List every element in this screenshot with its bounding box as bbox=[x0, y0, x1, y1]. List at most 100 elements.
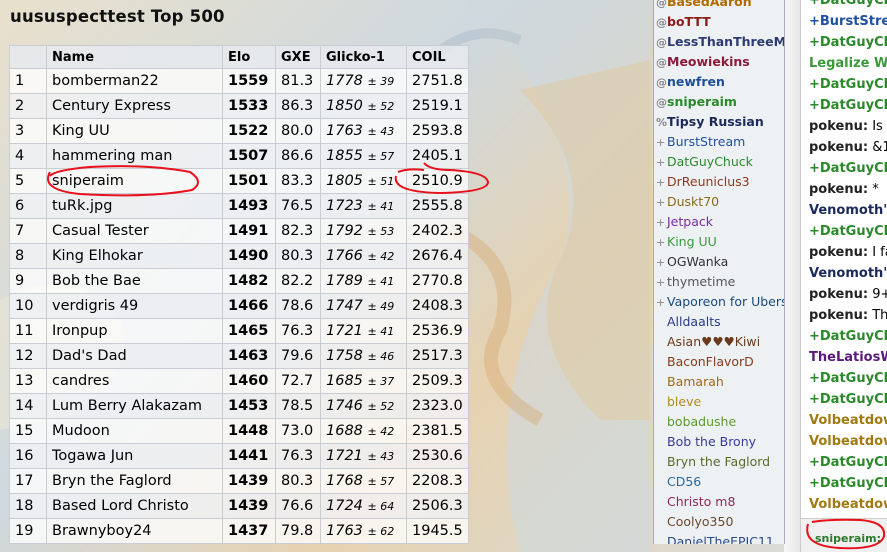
chat-nick[interactable]: +DatGuyChuck bbox=[809, 77, 887, 92]
chat-nick[interactable]: Venomoth's bbox=[809, 266, 887, 281]
userlist-item[interactable]: @sniperaim bbox=[654, 92, 784, 112]
row-name-link[interactable]: hammering man bbox=[46, 143, 223, 169]
userlist-item[interactable]: Christo m8 bbox=[654, 492, 784, 512]
row-name-link[interactable]: Based Lord Christo bbox=[46, 493, 223, 519]
row-name-link[interactable]: Casual Tester bbox=[46, 218, 223, 244]
row-name-link[interactable]: Dad's Dad bbox=[46, 343, 223, 369]
chat-nick[interactable]: TheLatiosW bbox=[809, 350, 887, 365]
col-gxe[interactable]: GXE bbox=[275, 45, 321, 69]
row-elo: 1559 bbox=[222, 68, 276, 94]
chat-nick[interactable]: pokenu: bbox=[809, 245, 868, 260]
userlist-item[interactable]: + thymetime bbox=[654, 272, 784, 292]
row-name-link[interactable]: sniperaim bbox=[46, 168, 223, 194]
chat-message: Volbeatdow bbox=[801, 410, 887, 431]
row-glicko: 1768 ± 57 bbox=[320, 468, 407, 494]
chat-nick[interactable]: pokenu: bbox=[809, 119, 868, 134]
glicko-deviation: ± 52 bbox=[367, 400, 395, 413]
chat-nick[interactable]: Legalize Weed bbox=[809, 56, 887, 71]
userlist-item[interactable]: + DrReuniclus3 bbox=[654, 172, 784, 192]
user-name: Duskt70 bbox=[667, 194, 720, 209]
row-glicko: 1763 ± 62 bbox=[320, 518, 407, 544]
chat-nick[interactable]: +BurstStream bbox=[809, 14, 887, 29]
row-rank: 16 bbox=[9, 443, 47, 469]
chat-nick[interactable]: pokenu: bbox=[809, 287, 868, 302]
chat-nick[interactable]: +DatGuyChuck bbox=[809, 455, 887, 470]
chat-nick[interactable]: +DatGuyChuck bbox=[809, 329, 887, 344]
userlist-item[interactable]: Bamarah bbox=[654, 372, 784, 392]
row-name-link[interactable]: Lum Berry Alakazam bbox=[46, 393, 223, 419]
chat-nick[interactable]: Volbeatdow bbox=[809, 434, 887, 449]
userlist-item[interactable]: bobadushe bbox=[654, 412, 784, 432]
chat-nick[interactable]: +DatGuyChuck bbox=[809, 392, 887, 407]
row-name-link[interactable]: King UU bbox=[46, 118, 223, 144]
chat-message: TheLatiosW bbox=[801, 347, 887, 368]
chat-text: Is t bbox=[872, 119, 887, 134]
user-group-symbol: @ bbox=[656, 56, 667, 69]
userlist-item[interactable]: @BasedAaron bbox=[654, 0, 784, 12]
userlist-item[interactable]: @Meowiekins bbox=[654, 52, 784, 72]
userlist-item[interactable]: Alldaalts bbox=[654, 312, 784, 332]
userlist-item[interactable]: Asian♥♥♥Kiwi bbox=[654, 332, 784, 352]
row-name-link[interactable]: Ironpup bbox=[46, 318, 223, 344]
userlist-item[interactable]: + King UU bbox=[654, 232, 784, 252]
userlist-item[interactable]: + BurstStream bbox=[654, 132, 784, 152]
col-name[interactable]: Name bbox=[46, 45, 223, 69]
row-name-link[interactable]: King Elhokar bbox=[46, 243, 223, 269]
col-glicko[interactable]: Glicko-1 bbox=[320, 45, 407, 69]
userlist-item[interactable]: @LessThanThreeM bbox=[654, 32, 784, 52]
row-name-link[interactable]: Century Express bbox=[46, 93, 223, 119]
userlist-item[interactable]: + OGWanka bbox=[654, 252, 784, 272]
col-coil[interactable]: COIL bbox=[406, 45, 469, 69]
chat-nick[interactable]: +DatGuyChuck bbox=[809, 0, 887, 8]
row-name-link[interactable]: candres bbox=[46, 368, 223, 394]
row-name-link[interactable]: Bryn the Faglord bbox=[46, 468, 223, 494]
row-glicko: 1789 ± 41 bbox=[320, 268, 407, 294]
row-name-link[interactable]: bomberman22 bbox=[46, 68, 223, 94]
row-name-link[interactable]: tuRk.jpg bbox=[46, 193, 223, 219]
chat-message: +DatGuyChuck bbox=[801, 32, 887, 53]
chat-nick[interactable]: pokenu: bbox=[809, 140, 868, 155]
glicko-value: 1778 bbox=[326, 73, 363, 89]
userlist-item[interactable]: @boTTT bbox=[654, 12, 784, 32]
row-name-link[interactable]: Togawa Jun bbox=[46, 443, 223, 469]
chat-nick[interactable]: +DatGuyChuck bbox=[809, 371, 887, 386]
chat-message: +DatGuyChuck bbox=[801, 74, 887, 95]
chat-input-area[interactable]: sniperaim: bbox=[801, 518, 887, 552]
userlist-item[interactable]: Bob the Brony bbox=[654, 432, 784, 452]
chat-nick[interactable]: +DatGuyChuck bbox=[809, 35, 887, 50]
glicko-value: 1688 bbox=[326, 423, 363, 439]
row-elo: 1463 bbox=[222, 343, 276, 369]
userlist-item[interactable]: @newfren bbox=[654, 72, 784, 92]
row-name-link[interactable]: verdigris 49 bbox=[46, 293, 223, 319]
chat-nick[interactable]: +DatGuyChuck bbox=[809, 161, 887, 176]
chat-nick[interactable]: pokenu: bbox=[809, 308, 868, 323]
chat-nick[interactable]: Volbeatdow bbox=[809, 497, 887, 512]
userlist-item[interactable]: Coolyo350 bbox=[654, 512, 784, 532]
row-name-link[interactable]: Brawnyboy24 bbox=[46, 518, 223, 544]
chat-nick[interactable]: +DatGuyChuck bbox=[809, 98, 887, 113]
glicko-value: 1746 bbox=[326, 398, 363, 414]
userlist-item[interactable]: + Duskt70 bbox=[654, 192, 784, 212]
user-name: Tipsy Russian bbox=[667, 114, 764, 129]
col-elo[interactable]: Elo bbox=[222, 45, 276, 69]
row-gxe: 80.3 bbox=[275, 468, 321, 494]
userlist-item[interactable]: + Vaporeon for Ubers bbox=[654, 292, 784, 312]
chat-nick[interactable]: +DatGuyChuck bbox=[809, 476, 887, 491]
user-group-symbol: + bbox=[656, 156, 666, 169]
row-name-link[interactable]: Bob the Bae bbox=[46, 268, 223, 294]
userlist-item[interactable]: CD56 bbox=[654, 472, 784, 492]
userlist-item[interactable]: + DatGuyChuck bbox=[654, 152, 784, 172]
userlist-item[interactable]: + Jetpack bbox=[654, 212, 784, 232]
userlist-item[interactable]: DanielTheEPIC11 bbox=[654, 532, 784, 544]
userlist-item[interactable]: bleve bbox=[654, 392, 784, 412]
row-coil: 2509.3 bbox=[406, 368, 469, 394]
userlist-item[interactable]: BaconFlavorD bbox=[654, 352, 784, 372]
chat-nick[interactable]: Venomoth's bbox=[809, 203, 887, 218]
row-gxe: 86.6 bbox=[275, 143, 321, 169]
chat-nick[interactable]: Volbeatdow bbox=[809, 413, 887, 428]
userlist-item[interactable]: Bryn the Faglord bbox=[654, 452, 784, 472]
row-name-link[interactable]: Mudoon bbox=[46, 418, 223, 444]
chat-nick[interactable]: +DatGuyChuck bbox=[809, 224, 887, 239]
userlist-item[interactable]: %Tipsy Russian bbox=[654, 112, 784, 132]
chat-nick[interactable]: pokenu: bbox=[809, 182, 868, 197]
